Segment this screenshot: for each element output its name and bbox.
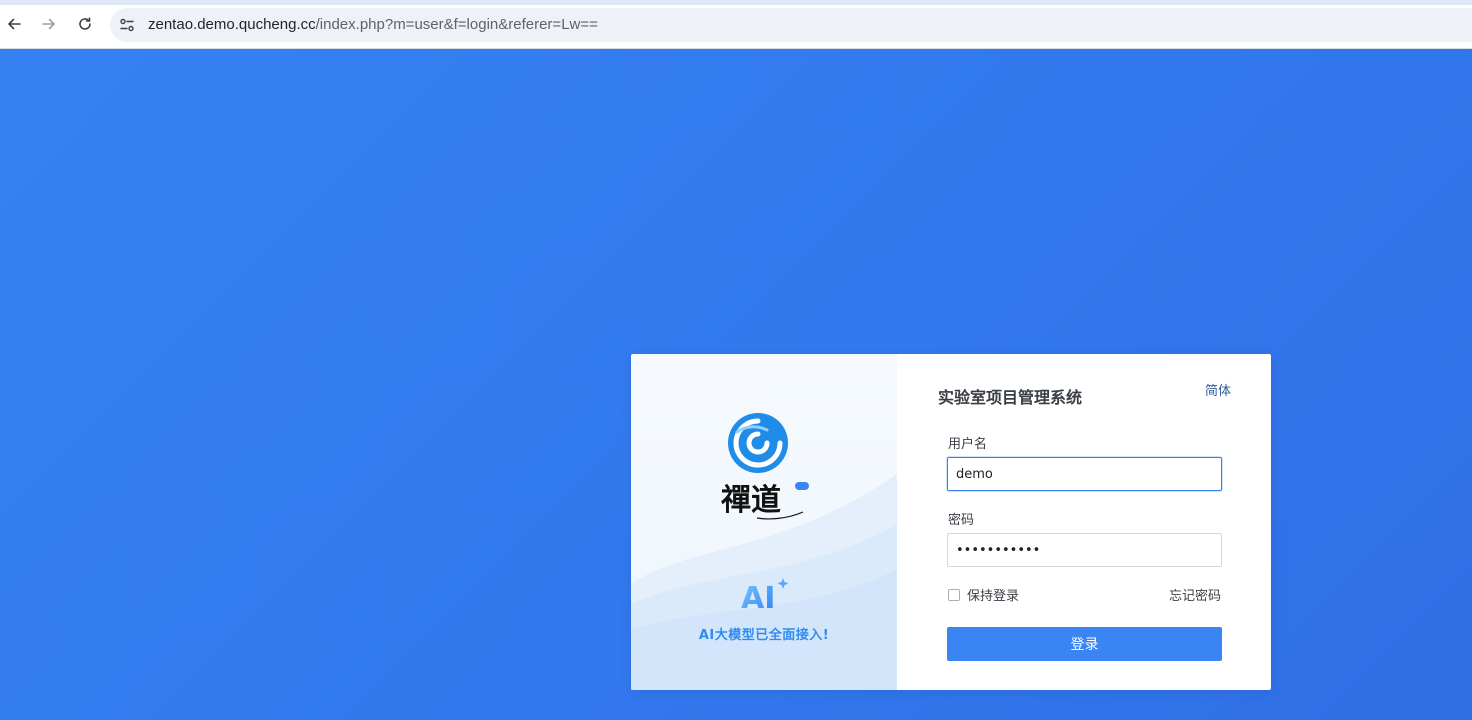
url-host: zentao.demo.qucheng.cc [148,16,316,33]
password-label: 密码 [948,513,975,528]
forward-icon[interactable] [38,13,60,35]
username-label: 用户名 [948,437,988,452]
ai-tagline: AI大模型已全面接入! [698,628,830,643]
back-icon[interactable] [3,13,25,35]
browser-toolbar: zentao.demo.qucheng.cc/index.php?m=user&… [0,0,1472,49]
username-input[interactable] [947,457,1222,491]
ai-badge-label: AI [741,581,775,612]
brand-name: 禪道 [721,483,781,518]
language-switcher[interactable]: 简体 [1205,380,1231,399]
reload-icon[interactable] [74,13,96,35]
login-button[interactable]: 登录 [947,627,1222,661]
ai-badge-icon: AI [741,578,789,612]
password-input[interactable] [947,533,1222,567]
system-title: 实验室项目管理系统 [938,388,1083,407]
forgot-password-link[interactable]: 忘记密码 [1169,585,1221,604]
login-card: 禪道 AI AI大模型已全面接入! 实验室项目管理系统 简体 用户名 密码 保持… [631,354,1271,690]
keep-login[interactable]: 保持登录 [948,585,1019,604]
login-form: 实验室项目管理系统 简体 用户名 密码 保持登录 忘记密码 登录 [897,354,1271,690]
url-text[interactable]: zentao.demo.qucheng.cc/index.php?m=user&… [148,16,598,33]
zentao-wordmark: 禪道 [721,482,809,520]
url-path: /index.php?m=user&f=login&referer=Lw== [315,16,598,33]
keep-login-label: 保持登录 [967,589,1020,604]
site-settings-icon[interactable] [119,17,135,33]
brand-panel: 禪道 AI AI大模型已全面接入! [631,354,897,690]
address-bar[interactable]: zentao.demo.qucheng.cc/index.php?m=user&… [110,8,1472,42]
keep-login-checkbox[interactable] [948,588,960,601]
zentao-logo-icon [728,413,788,473]
